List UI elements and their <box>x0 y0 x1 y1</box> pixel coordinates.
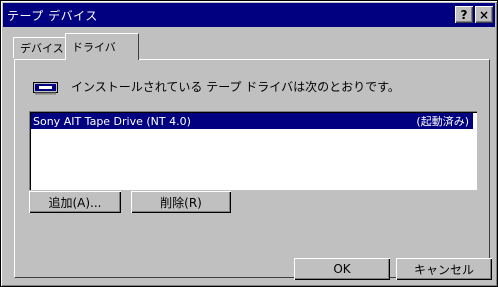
tab-drivers[interactable]: ドライバ <box>65 33 139 60</box>
drivers-panel: インストールされている テープ ドライバは次のとおりです。 Sony AIT T… <box>14 59 490 278</box>
close-icon: × <box>478 7 490 22</box>
tab-devices[interactable]: デバイス <box>13 37 71 58</box>
tab-devices-label: デバイス <box>20 42 64 55</box>
cancel-button-label: キャンセル <box>413 262 474 277</box>
add-button[interactable]: 追加(A)... <box>29 191 121 213</box>
window-title: テープ デバイス <box>7 8 98 23</box>
tape-drive-icon <box>33 82 58 95</box>
remove-button[interactable]: 削除(R) <box>131 191 231 213</box>
add-button-label: 追加(A)... <box>48 195 102 210</box>
title-bar[interactable]: テープ デバイス ? × <box>3 3 495 27</box>
help-icon: ? <box>460 7 468 22</box>
help-button[interactable]: ? <box>455 6 473 23</box>
close-button[interactable]: × <box>475 6 493 23</box>
driver-status: (起動済み) <box>416 115 469 128</box>
list-item[interactable]: Sony AIT Tape Drive (NT 4.0) (起動済み) <box>31 113 473 129</box>
ok-button-label: OK <box>333 262 351 276</box>
driver-list[interactable]: Sony AIT Tape Drive (NT 4.0) (起動済み) <box>29 111 477 190</box>
info-text: インストールされている テープ ドライバは次のとおりです。 <box>71 80 400 94</box>
driver-name: Sony AIT Tape Drive (NT 4.0) <box>33 114 191 128</box>
ok-button[interactable]: OK <box>294 258 390 280</box>
tab-strip: デバイス ドライバ <box>13 33 493 60</box>
cancel-button[interactable]: キャンセル <box>396 258 492 280</box>
tab-drivers-label: ドライバ <box>72 41 116 54</box>
remove-button-label: 削除(R) <box>160 195 202 210</box>
